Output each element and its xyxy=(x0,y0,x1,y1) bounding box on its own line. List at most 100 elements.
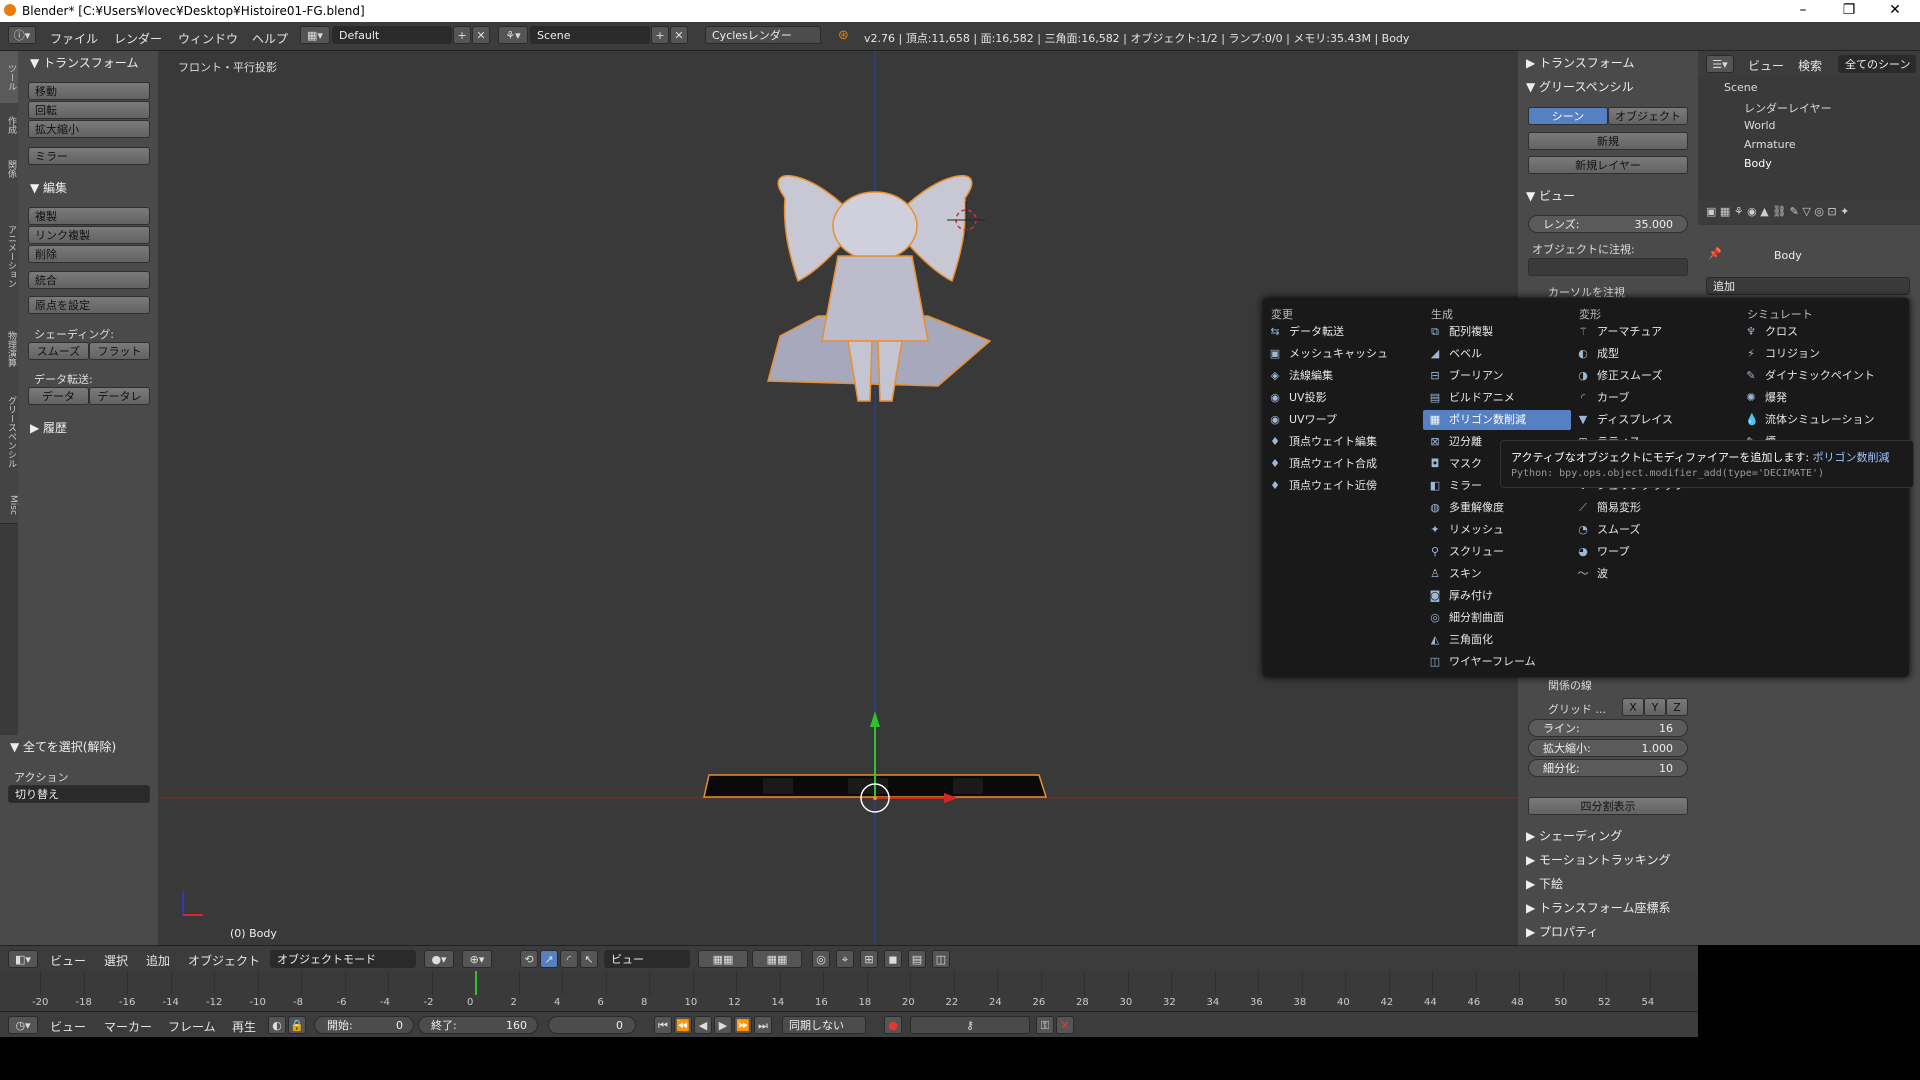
data-transfer-button[interactable]: データ xyxy=(28,387,89,405)
modifier-menu-item[interactable]: ◍ 多重解像度 xyxy=(1423,498,1571,518)
preview-range-icon[interactable]: ◐ xyxy=(268,1016,286,1034)
modifier-menu-item[interactable]: ⚡ コリジョン xyxy=(1739,344,1887,364)
screen-layout-icon[interactable]: ▦▾ xyxy=(300,26,330,44)
grid-lines-field[interactable]: ライン: 16 xyxy=(1528,719,1688,737)
n-view-header[interactable]: ▼ ビュー xyxy=(1526,187,1575,204)
rotate-manipulator-icon[interactable]: ◜ xyxy=(560,950,578,968)
flat-button[interactable]: フラット xyxy=(89,342,150,360)
remove-layout-icon[interactable]: ✕ xyxy=(472,26,490,44)
shading-mode-icon[interactable]: ●▾ xyxy=(424,950,454,968)
tab-grease-pencil[interactable]: グリースペンシル xyxy=(0,377,18,488)
gp-new-layer-button[interactable]: 新規レイヤー xyxy=(1528,156,1688,174)
transform-orientation-select[interactable]: ビュー xyxy=(604,950,690,968)
n-motion-tracking-header[interactable]: ▶ モーショントラッキング xyxy=(1526,851,1670,868)
gp-new-button[interactable]: 新規 xyxy=(1528,132,1688,150)
proportional-edit-icon[interactable]: ◎ xyxy=(812,950,830,968)
render-icon[interactable]: ◼ xyxy=(884,950,902,968)
menu-window[interactable]: ウィンドウ xyxy=(178,30,238,47)
tab-animation[interactable]: アニメーション xyxy=(0,191,18,322)
outliner-editor-icon[interactable]: ☰▾ xyxy=(1706,55,1734,73)
modifier-menu-item[interactable]: 💧 流体シミュレーション xyxy=(1739,410,1887,430)
modifier-menu-item[interactable]: ♦ 頂点ウェイト合成 xyxy=(1263,454,1411,474)
translate-manipulator-icon[interactable]: ↗ xyxy=(540,950,558,968)
modifier-menu-item[interactable]: ▤ ビルドアニメ xyxy=(1423,388,1571,408)
scene-field[interactable]: Scene xyxy=(530,26,650,44)
layers-icon[interactable]: ▦▦ xyxy=(698,950,748,968)
join-button[interactable]: 統合 xyxy=(28,271,150,289)
mode-select[interactable]: オブジェクトモード xyxy=(270,950,416,968)
modifier-menu-item[interactable]: ◈ 法線編集 xyxy=(1263,366,1411,386)
outliner-body[interactable]: Body xyxy=(1744,157,1772,170)
play-icon[interactable]: ▶ xyxy=(714,1016,732,1034)
end-frame-field[interactable]: 終了: 160 xyxy=(418,1016,538,1034)
timeline[interactable]: -20 -18 -16 -14 -12 -10 -8 -6 -4 -2 0 2 4 6 8 10 12 14 16 1… xyxy=(0,971,1698,1011)
record-icon[interactable]: ● xyxy=(884,1016,902,1034)
tab-create[interactable]: 作成 xyxy=(0,103,18,148)
modifier-menu-item[interactable]: ✎ ダイナミックペイント xyxy=(1739,366,1887,386)
modifier-menu-item[interactable]: ◉ UVワープ xyxy=(1263,410,1411,430)
snap-icon[interactable]: ⌖ xyxy=(836,950,854,968)
modifier-menu-item[interactable]: ⚲ スクリュー xyxy=(1423,542,1571,562)
viewport-add-menu[interactable]: 追加 xyxy=(146,952,170,969)
minimize-button[interactable]: – xyxy=(1780,0,1826,22)
modifier-menu-item[interactable]: ◙ 厚み付け xyxy=(1423,586,1571,606)
mirror-button[interactable]: ミラー xyxy=(28,147,150,165)
rotate-button[interactable]: 回転 xyxy=(28,101,150,119)
lock-object-field[interactable] xyxy=(1528,258,1688,276)
modifier-menu-item[interactable]: ⚚ アーマチュア xyxy=(1571,322,1719,342)
modifier-menu-item[interactable]: ⇆ データ転送 xyxy=(1263,322,1411,342)
timeline-marker-menu[interactable]: マーカー xyxy=(104,1018,152,1035)
data-layers-button[interactable]: データレ xyxy=(89,387,150,405)
modifier-menu-item[interactable]: ◎ 細分割曲面 xyxy=(1423,608,1571,628)
modifier-menu-item[interactable]: ▦ ポリゴン数削減 xyxy=(1423,410,1571,430)
grid-x-toggle[interactable]: X xyxy=(1622,698,1644,716)
add-modifier-select[interactable]: 追加 xyxy=(1706,277,1910,295)
quad-view-button[interactable]: 四分割表示 xyxy=(1528,797,1688,815)
modifier-menu-item[interactable]: ◕ ワープ xyxy=(1571,542,1719,562)
lens-field[interactable]: レンズ: 35.000 xyxy=(1528,215,1688,233)
operator-header[interactable]: ▼ 全てを選択(解除) xyxy=(10,738,116,755)
remove-scene-icon[interactable]: ✕ xyxy=(670,26,688,44)
timeline-editor-icon[interactable]: ◷▾ xyxy=(8,1016,38,1034)
layers-2-icon[interactable]: ▦▦ xyxy=(752,950,802,968)
modifier-menu-item[interactable]: ⧉ 配列複製 xyxy=(1423,322,1571,342)
relationship-lines-label[interactable]: 関係の線 xyxy=(1548,677,1592,693)
grid-label[interactable]: グリッド ... xyxy=(1548,701,1606,717)
outliner-search-menu[interactable]: 検索 xyxy=(1798,57,1822,74)
scene-icon[interactable]: ⚘▾ xyxy=(498,26,528,44)
modifier-menu-item[interactable]: ◐ 成型 xyxy=(1571,344,1719,364)
opengl-render-icon[interactable]: ◫ xyxy=(932,950,950,968)
sync-select[interactable]: 同期しない xyxy=(782,1016,866,1034)
action-select[interactable]: 切り替え xyxy=(8,785,150,803)
outliner-render-layers[interactable]: レンダーレイヤー xyxy=(1744,100,1832,116)
viewport-editor-icon[interactable]: ◧▾ xyxy=(8,950,38,968)
maximize-button[interactable]: ❐ xyxy=(1826,0,1872,22)
move-button[interactable]: 移動 xyxy=(28,82,150,100)
modifier-menu-item[interactable]: ✺ 爆発 xyxy=(1739,388,1887,408)
pivot-icon[interactable]: ⊕▾ xyxy=(462,950,492,968)
menu-render[interactable]: レンダー xyxy=(114,30,162,47)
gp-object-tab[interactable]: オブジェクト xyxy=(1608,107,1688,125)
modifier-menu-item[interactable]: ♦ 頂点ウェイト近傍 xyxy=(1263,476,1411,496)
modifier-menu-item[interactable]: ⟋ 簡易変形 xyxy=(1571,498,1719,518)
edit-panel-header[interactable]: ▼ 編集 xyxy=(30,179,67,196)
lock-range-icon[interactable]: 🔒 xyxy=(288,1016,306,1034)
modifier-menu-item[interactable]: ◉ UV投影 xyxy=(1263,388,1411,408)
outliner-scene[interactable]: Scene xyxy=(1724,81,1758,94)
add-layout-icon[interactable]: + xyxy=(453,26,471,44)
scale-manipulator-icon[interactable]: ↖ xyxy=(580,950,598,968)
outliner-world[interactable]: World xyxy=(1744,119,1776,132)
n-shading-header[interactable]: ▶ シェーディング xyxy=(1526,827,1622,844)
close-button[interactable]: ✕ xyxy=(1872,0,1918,22)
outliner-display-select[interactable]: 全てのシーン xyxy=(1838,55,1916,73)
layout-field[interactable]: Default xyxy=(332,26,452,44)
smooth-button[interactable]: スムーズ xyxy=(28,342,89,360)
tab-tools[interactable]: ツール xyxy=(0,51,18,104)
next-keyframe-icon[interactable]: ⏩ xyxy=(734,1016,752,1034)
tab-relations[interactable]: 関係 xyxy=(0,147,18,192)
modifier-menu-item[interactable]: ✦ リメッシュ xyxy=(1423,520,1571,540)
modifier-menu-item[interactable]: ♙ スキン xyxy=(1423,564,1571,584)
set-origin-select[interactable]: 原点を設定 xyxy=(28,296,150,314)
modifier-menu-item[interactable]: ◫ ワイヤーフレーム xyxy=(1423,652,1571,672)
current-frame-field[interactable]: 0 xyxy=(548,1016,636,1034)
